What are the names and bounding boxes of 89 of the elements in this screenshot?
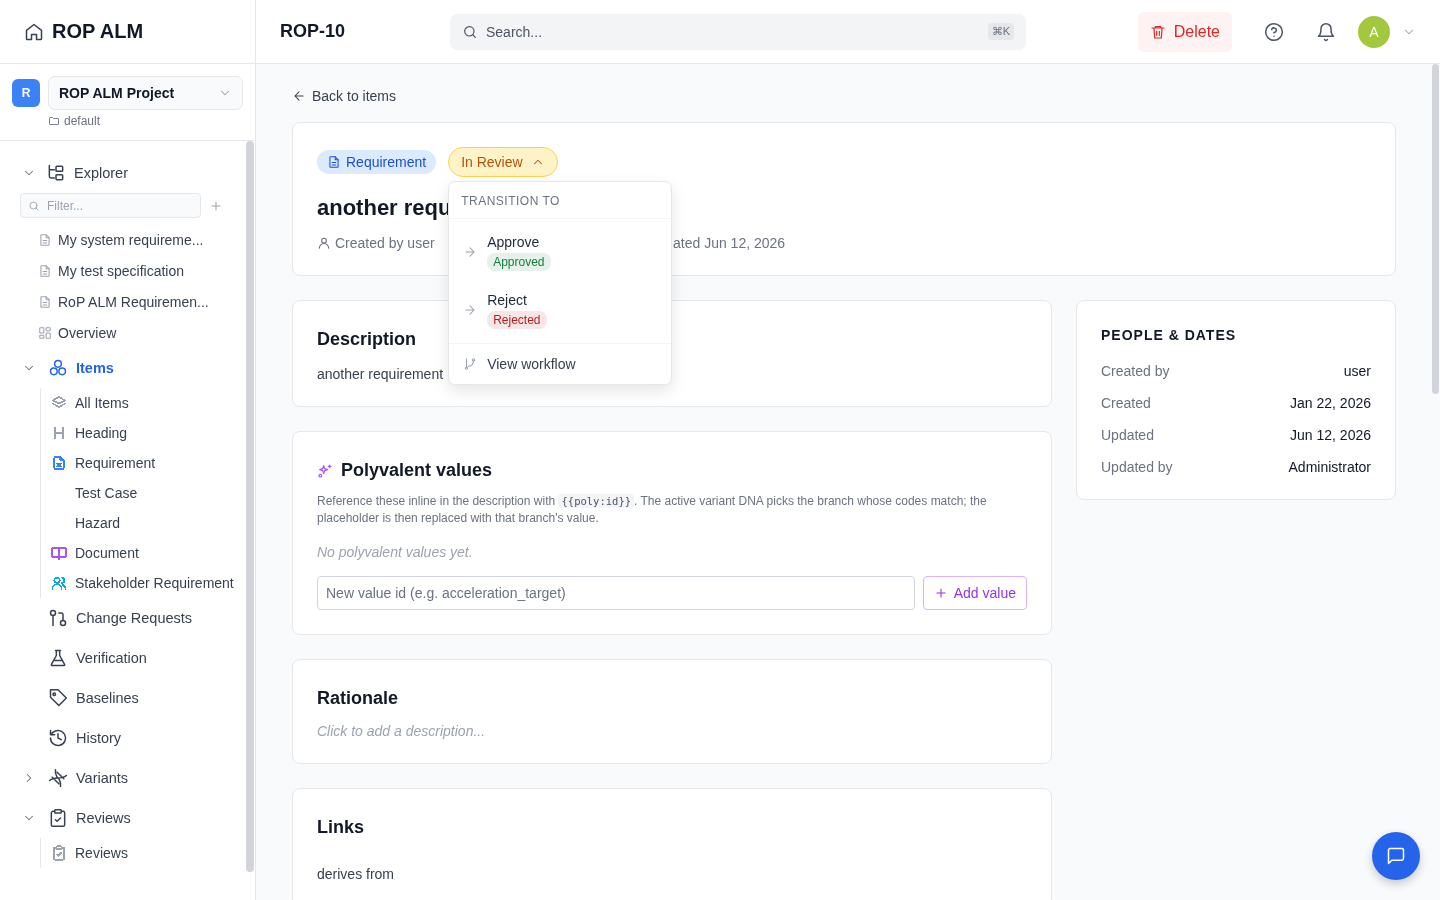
folder-icon [48, 115, 60, 127]
document-icon [38, 232, 52, 247]
nav-subitem[interactable]: All Items [51, 388, 238, 418]
message-icon [1386, 846, 1406, 866]
nav-item[interactable]: Reviews [20, 798, 238, 838]
view-workflow-item[interactable]: View workflow [449, 344, 672, 384]
status-tag: Approved [487, 252, 551, 271]
nav-subitem[interactable]: Reviews [51, 838, 238, 868]
nav-subitem[interactable]: Requirement [51, 448, 238, 478]
section-title: Description [317, 329, 418, 350]
arrow-right-icon [463, 303, 478, 317]
field-label: Created [1101, 395, 1151, 411]
empty-text: No polyvalent values yet. [317, 543, 474, 560]
history-icon [48, 728, 68, 748]
updated-text: ated Jun 12, 2026 [673, 235, 787, 251]
branch-icon [463, 357, 478, 371]
search-icon [462, 23, 478, 40]
card-title: PEOPLE & DATES [1101, 327, 1238, 343]
transition-option[interactable]: Reject Rejected [449, 281, 672, 339]
sparkle-icon [317, 462, 333, 479]
transition-option[interactable]: Approve Approved [449, 223, 672, 281]
document-icon [38, 263, 52, 278]
document-icon [38, 294, 52, 309]
field-label: Updated [1101, 427, 1154, 443]
filter-field[interactable]: Filter... [20, 193, 201, 218]
nav-item[interactable]: Change Requests [20, 598, 238, 638]
folder-name: default [64, 114, 101, 128]
field-label: Updated by [1101, 459, 1173, 475]
arrow-left-icon [292, 89, 306, 103]
document-item[interactable]: RoP ALM Requiremen... [20, 286, 238, 317]
nav-item[interactable]: Verification [20, 638, 238, 678]
status-dropdown[interactable]: In Review [448, 147, 558, 177]
nav-subitem[interactable]: Test Case [51, 478, 238, 508]
home-icon[interactable] [24, 21, 44, 42]
type-badge: Requirement [317, 150, 437, 174]
value-id-field[interactable]: New value id (e.g. acceleration_target) [317, 575, 915, 610]
nav-subitem[interactable]: Document [51, 538, 238, 568]
status-tag: Rejected [487, 310, 547, 329]
field-value: Jan 22, 2026 [1290, 395, 1371, 411]
arrow-right-icon [463, 245, 478, 259]
created-by-text: Created by user [335, 235, 435, 251]
bell-icon[interactable] [1316, 21, 1336, 42]
document-item[interactable]: My test specification [20, 255, 238, 286]
document-icon [327, 155, 341, 169]
project-avatar: R [12, 79, 40, 107]
back-link[interactable]: Back to items [292, 88, 397, 104]
section-title: Links [317, 816, 365, 838]
tree-icon [46, 163, 66, 183]
nav-subitem[interactable]: Heading [51, 418, 238, 448]
grid-icon [38, 325, 52, 340]
page-title: ROP-10 [280, 21, 347, 42]
flask-icon [48, 648, 68, 668]
option-label: Reject [487, 291, 527, 308]
search-icon [28, 199, 40, 212]
trash-icon [1149, 23, 1166, 40]
user-icon [317, 236, 331, 250]
scrollbar[interactable] [246, 141, 254, 872]
nav-subitem[interactable]: Stakeholder Requirement [51, 568, 238, 598]
merge-icon [48, 608, 68, 628]
field-label: Created by [1101, 363, 1170, 379]
nav-item[interactable]: Baselines [20, 678, 238, 718]
tag-icon [48, 688, 68, 708]
scrollbar[interactable] [1432, 64, 1439, 394]
description-text: another requirement [317, 366, 445, 382]
section-title: Polyvalent values [341, 460, 493, 481]
add-value-button[interactable]: Add value [922, 575, 1027, 610]
nav-item[interactable]: History [20, 718, 238, 758]
cubes-icon [48, 358, 68, 378]
clipboard-icon [48, 808, 68, 828]
overview-item[interactable]: Overview [20, 317, 238, 348]
link-type-label: derives from [317, 865, 396, 882]
section-title: Rationale [317, 687, 400, 709]
document-item[interactable]: My system requireme... [20, 224, 238, 255]
nav-subitem[interactable]: Hazard [51, 508, 238, 538]
field-value: Jun 12, 2026 [1290, 427, 1371, 443]
field-value: user [1343, 363, 1371, 379]
help-icon[interactable] [1264, 21, 1284, 42]
nav-item[interactable]: Items [20, 348, 238, 388]
chat-button[interactable] [1372, 832, 1420, 880]
plus-icon [933, 585, 948, 600]
project-select[interactable]: ROP ALM Project [48, 76, 243, 110]
explorer-section[interactable]: Explorer [20, 153, 238, 193]
app-name: ROP ALM [52, 20, 144, 43]
field-value: Administrator [1288, 459, 1371, 475]
menu-heading: TRANSITION TO [449, 182, 672, 219]
help-text: Reference these inline in the description with {{poly:id}} . The active variant DNA picks the branch whose codes match; the placeholder is then replaced with that branch's value. [317, 493, 988, 528]
delete-button[interactable]: Delete [1137, 11, 1232, 52]
option-label: Approve [487, 233, 540, 250]
nav-item[interactable]: Variants [20, 758, 238, 798]
